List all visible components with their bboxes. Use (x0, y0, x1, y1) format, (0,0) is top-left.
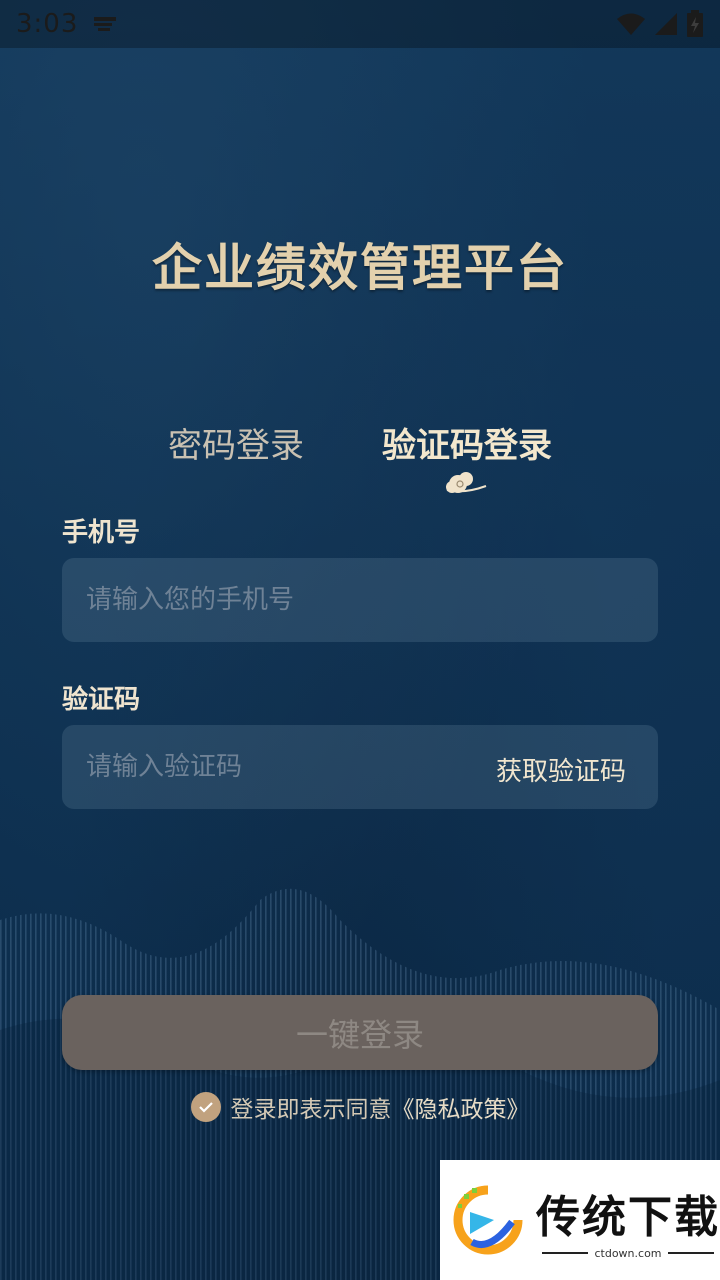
tab-sms-login[interactable]: 验证码登录 (382, 418, 552, 467)
agreement-row: 登录即表示同意 《隐私政策》 (0, 1090, 720, 1124)
battery-icon (687, 10, 703, 37)
code-input[interactable] (86, 725, 486, 809)
one-click-login-button[interactable]: 一键登录 (62, 995, 658, 1070)
watermark-url: ctdown.com (594, 1246, 662, 1260)
watermark-logo-icon (453, 1185, 523, 1255)
code-label: 验证码 (62, 685, 141, 715)
watermark-line-right (667, 1252, 714, 1254)
check-icon (198, 1102, 213, 1113)
signal-icon (655, 13, 677, 35)
login-tabs: 密码登录 验证码登录 (0, 418, 720, 508)
notification-icon (94, 17, 117, 31)
agreement-checkbox[interactable] (190, 1092, 221, 1122)
watermark-url-row: ctdown.com (542, 1246, 714, 1260)
app-title: 企业绩效管理平台 (152, 238, 568, 297)
code-input-box: 获取验证码 (62, 725, 658, 809)
get-code-button[interactable]: 获取验证码 (496, 751, 626, 788)
tab-password-login[interactable]: 密码登录 (168, 418, 304, 467)
phone-input[interactable] (86, 558, 486, 642)
privacy-policy-link[interactable]: 《隐私政策》 (392, 1090, 530, 1124)
agreement-text: 登录即表示同意 (230, 1097, 392, 1123)
status-time: 3:03 (16, 9, 79, 39)
watermark-line-left (542, 1252, 589, 1254)
phone-input-box (62, 558, 658, 642)
wifi-icon (617, 13, 645, 35)
watermark: 传统下载 ctdown.com (440, 1160, 720, 1280)
cloud-indicator-icon (446, 472, 487, 493)
status-bar: 3:03 (0, 0, 720, 48)
phone-label: 手机号 (62, 518, 141, 548)
watermark-brand: 传统下载 (536, 1191, 720, 1243)
